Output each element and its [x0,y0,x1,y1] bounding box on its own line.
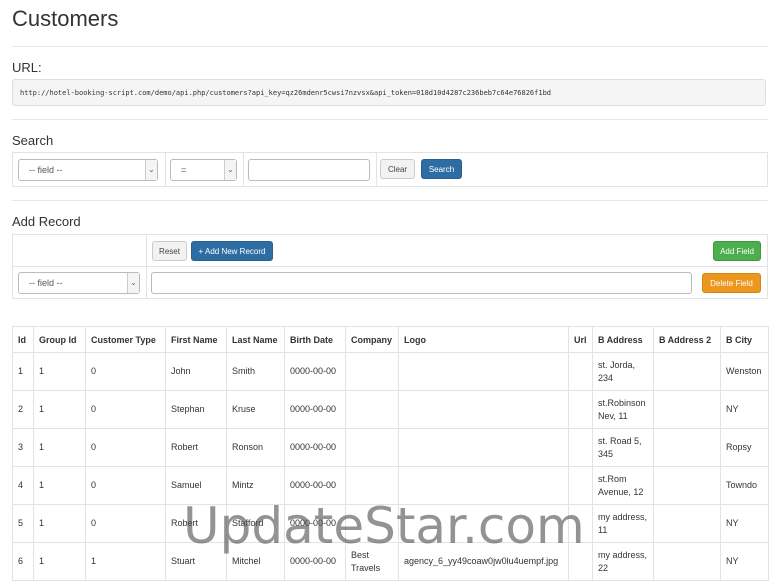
cell-b-city: Towndo [720,466,769,505]
add-record-panel: Reset + Add New Record Add Field -- fiel… [12,234,768,299]
url-label: URL: [12,60,42,75]
cell-b-address: my address, 11 [592,504,654,543]
column-header[interactable]: Customer Type [85,326,166,353]
cell-last-name: Smith [226,352,285,391]
divider [12,200,768,201]
cell-group-id: 1 [33,466,86,505]
cell-logo [398,390,569,429]
column-header[interactable]: Url [568,326,593,353]
table-row[interactable]: 2 1 0 Stephan Kruse 0000-00-00 st.Robins… [12,390,769,429]
cell-url [568,352,593,391]
cell-last-name: Ronson [226,428,285,467]
add-record-value-input[interactable] [151,272,692,294]
column-header[interactable]: Group Id [33,326,86,353]
cell-birth-date: 0000-00-00 [284,352,346,391]
column-header[interactable]: Id [12,326,34,353]
page-title: Customers [12,6,119,31]
cell-group-id: 1 [33,352,86,391]
cell-first-name: John [165,352,227,391]
search-label: Search [12,133,54,148]
cell-url [568,428,593,467]
cell-group-id: 1 [33,504,86,543]
cell-group-id: 1 [33,428,86,467]
cell-id: 4 [12,466,34,505]
column-header[interactable]: B Address 2 [653,326,721,353]
cell-url [568,390,593,429]
cell-b-address-2 [653,428,721,467]
search-field-select[interactable]: -- field -- ⌄ [18,159,158,181]
column-header[interactable]: Birth Date [284,326,346,353]
api-url-box[interactable]: http://hotel-booking-script.com/demo/api… [12,79,766,106]
table-header-row: Id Group Id Customer Type First Name Las… [12,326,769,353]
column-header[interactable]: B Address [592,326,654,353]
cell-b-address: st. Jorda, 234 [592,352,654,391]
cell-b-address: st.Rom Avenue, 12 [592,466,654,505]
search-panel: -- field -- ⌄ = ⌄ Clear Search [12,152,768,187]
cell-group-id: 1 [33,542,86,581]
cell-id: 1 [12,352,34,391]
cell-b-address-2 [653,542,721,581]
cell-customer-type: 0 [85,352,166,391]
chevron-down-icon: ⌄ [224,160,236,180]
cell-b-city: NY [720,504,769,543]
add-record-field-select[interactable]: -- field -- ⌄ [18,272,140,294]
chevron-down-icon: ⌄ [145,160,157,180]
column-header[interactable]: Last Name [226,326,285,353]
column-header[interactable]: First Name [165,326,227,353]
cell-b-address: st. Road 5, 345 [592,428,654,467]
cell-last-name: Kruse [226,390,285,429]
cell-b-address-2 [653,390,721,429]
cell-b-address: my address, 22 [592,542,654,581]
cell-id: 6 [12,542,34,581]
cell-b-address-2 [653,466,721,505]
divider [12,46,768,47]
cell-customer-type: 0 [85,466,166,505]
cell-company [345,352,399,391]
cell-first-name: Stephan [165,390,227,429]
cell-b-city: Wenston [720,352,769,391]
table-row[interactable]: 3 1 0 Robert Ronson 0000-00-00 st. Road … [12,428,769,467]
add-field-button[interactable]: Add Field [713,241,761,261]
search-button[interactable]: Search [421,159,462,179]
cell-b-address-2 [653,352,721,391]
divider [12,119,768,120]
clear-button[interactable]: Clear [380,159,415,179]
cell-b-city: NY [720,390,769,429]
delete-field-button[interactable]: Delete Field [702,273,761,293]
cell-customer-type: 1 [85,542,166,581]
cell-customer-type: 0 [85,390,166,429]
table-row[interactable]: 1 1 0 John Smith 0000-00-00 st. Jorda, 2… [12,352,769,391]
search-operator-select-value: = [181,165,187,175]
cell-b-city: NY [720,542,769,581]
chevron-down-icon: ⌄ [127,273,139,293]
cell-company [345,390,399,429]
add-new-record-button[interactable]: + Add New Record [191,241,273,261]
cell-birth-date: 0000-00-00 [284,390,346,429]
watermark: UpdateStar.com [183,497,585,555]
cell-group-id: 1 [33,390,86,429]
cell-b-address: st.Robinson Nev, 11 [592,390,654,429]
column-header[interactable]: Company [345,326,399,353]
cell-customer-type: 0 [85,504,166,543]
reset-button[interactable]: Reset [152,241,187,261]
add-record-label: Add Record [12,214,81,229]
cell-first-name: Robert [165,428,227,467]
cell-id: 2 [12,390,34,429]
cell-company [345,428,399,467]
search-value-input[interactable] [248,159,370,181]
cell-b-address-2 [653,504,721,543]
search-operator-select[interactable]: = ⌄ [170,159,237,181]
column-header[interactable]: B City [720,326,769,353]
column-header[interactable]: Logo [398,326,569,353]
add-record-field-select-value: -- field -- [29,278,63,288]
cell-id: 5 [12,504,34,543]
cell-logo [398,352,569,391]
cell-birth-date: 0000-00-00 [284,428,346,467]
search-field-select-value: -- field -- [29,165,63,175]
cell-customer-type: 0 [85,428,166,467]
cell-b-city: Ropsy [720,428,769,467]
cell-id: 3 [12,428,34,467]
cell-logo [398,428,569,467]
